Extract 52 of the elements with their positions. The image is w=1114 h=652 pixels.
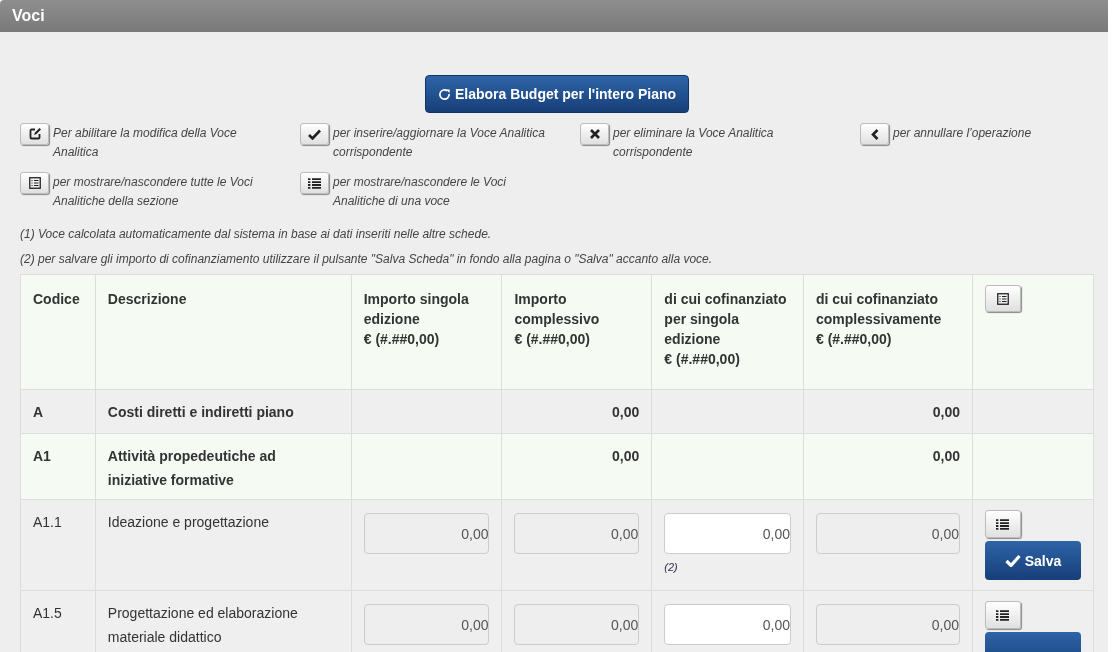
footnote: (2) per salvare gli importo di cofinanziamento utilizzare il pulsante "Salva Scheda" in fondo alla pagina o "Salva" accanto alla voce. — [20, 251, 714, 268]
column-header: Importo complessivo € (#.##0,00) — [514, 291, 600, 347]
toggle-button[interactable] — [300, 172, 329, 194]
total-cell: 0,00 — [932, 448, 960, 464]
description-cell: Ideazione e progettazione — [107, 514, 269, 530]
checkmark-icon — [308, 128, 321, 140]
description-cell: Costi diretti e indiretti piano — [107, 404, 294, 420]
edit-icon — [28, 128, 41, 140]
legend-text: per mostrare/nascondere le Voci Analitiche di una voce — [333, 174, 507, 210]
column-header: di cui cofinanziato complessivamente € (#.##0,00) — [815, 291, 942, 347]
list-icon — [996, 609, 1010, 621]
checkmark-icon — [1004, 554, 1021, 567]
document-list-icon — [996, 292, 1009, 305]
edit-button[interactable] — [20, 123, 49, 145]
toggle-button[interactable] — [984, 510, 1021, 538]
refresh-icon — [437, 87, 451, 101]
legend-text: per inserire/aggiornare la Voce Analitica corrispondente — [333, 125, 546, 161]
amount-field[interactable]: 0,00 — [664, 604, 791, 645]
footnote-mark: (2) — [664, 560, 678, 574]
confirm-button[interactable] — [300, 123, 329, 145]
toggle-all-button[interactable] — [984, 285, 1021, 312]
back-button[interactable] — [860, 123, 889, 145]
delete-button[interactable] — [580, 123, 609, 145]
legend-text: Per abilitare la modifica della Voce Analitica — [53, 125, 238, 161]
column-header: di cui cofinanziato per singola edizione € (#.##0,00) — [664, 291, 787, 367]
total-cell: 0,00 — [932, 404, 960, 420]
code-cell: A1 — [33, 448, 51, 464]
total-cell: 0,00 — [612, 404, 640, 420]
list-icon — [996, 518, 1010, 530]
process-budget-button[interactable]: Elabora Budget per l'intero Piano — [424, 75, 690, 113]
footnote: (1) Voce calcolata automaticamente dal sistema in base ai dati inseriti nelle altre schede. — [20, 226, 493, 243]
code-cell: A1.5 — [33, 605, 62, 621]
legend-text: per annullare l’operazione — [893, 125, 1032, 142]
description-cell: Attività propedeutiche ad iniziative formative — [107, 448, 276, 488]
panel-title: Voci — [12, 6, 45, 26]
chevron-left-icon — [870, 128, 879, 140]
total-cell: 0,00 — [612, 448, 640, 464]
column-header: Importo singola edizione € (#.##0,00) — [363, 291, 469, 347]
code-cell: A — [33, 404, 44, 420]
toggle-all-button[interactable] — [20, 172, 49, 194]
list-icon — [308, 177, 321, 189]
save-button[interactable]: Salva — [984, 541, 1081, 580]
toggle-button[interactable] — [984, 601, 1021, 629]
column-header: Descrizione — [107, 291, 187, 307]
legend-text: per mostrare/nascondere tutte le Voci Analitiche della sezione — [53, 174, 254, 210]
code-cell: A1.1 — [33, 514, 62, 530]
description-cell: Progettazione ed elaborazione materiale didattico — [107, 605, 298, 645]
document-list-icon — [28, 177, 41, 189]
column-header: Codice — [33, 291, 80, 307]
amount-field[interactable]: 0,00 — [664, 513, 791, 554]
close-icon — [589, 129, 600, 139]
legend-text: per eliminare la Voce Analitica corrispondente — [613, 125, 775, 161]
